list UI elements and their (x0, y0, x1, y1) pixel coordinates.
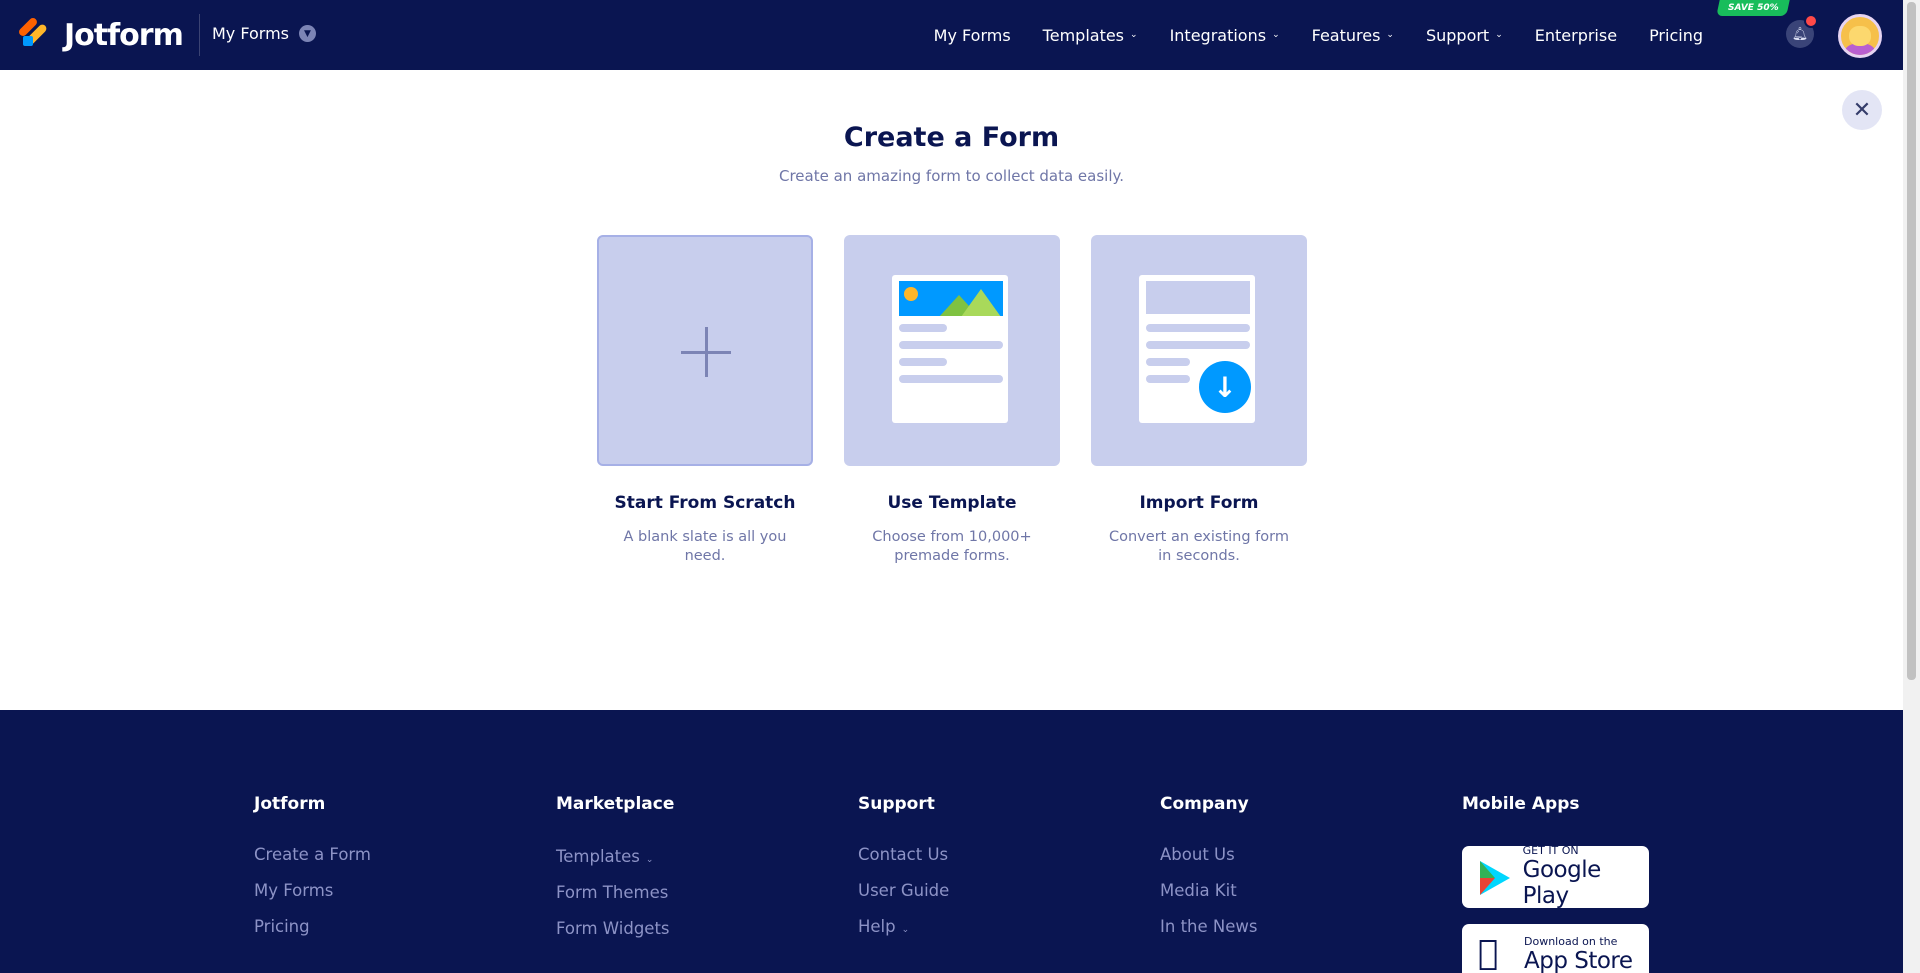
save-badge-label: SAVE 50% (1727, 3, 1779, 13)
footer-link-user-guide[interactable]: User Guide (858, 881, 949, 900)
app-store-button[interactable]:  Download on the App Store (1462, 924, 1649, 973)
footer-column-title: Mobile Apps (1462, 794, 1580, 814)
page-title: Create a Form (843, 122, 1060, 153)
card-tile: ↓ (1091, 235, 1307, 466)
footer-link-in-the-news[interactable]: In the News (1160, 917, 1257, 936)
notification-dot (1804, 14, 1818, 28)
footer-column-title: Jotform (254, 794, 326, 814)
nav-pricing[interactable]: Pricing (1649, 26, 1703, 45)
start-from-scratch-card[interactable]: Start From Scratch A blank slate is all … (597, 235, 813, 566)
app-store-small-text: Download on the (1524, 935, 1618, 948)
chevron-down-icon: ⌄ (1130, 30, 1138, 40)
top-navigation-bar: Jotform My Forms ▼ My Forms Templates ⌄ … (0, 0, 1903, 70)
nav-my-forms-label: My Forms (933, 25, 1011, 45)
footer-link-pricing[interactable]: Pricing (254, 917, 371, 936)
download-arrow-icon: ↓ (1199, 361, 1251, 413)
create-options: Start From Scratch A blank slate is all … (597, 235, 1307, 566)
save-badge[interactable]: SAVE 50% (1716, 0, 1790, 16)
apple-icon:  (1474, 933, 1514, 973)
chevron-down-icon: ⌄ (1386, 30, 1394, 40)
brand-divider (199, 14, 200, 56)
close-icon: ✕ (1852, 97, 1872, 123)
footer-link-my-forms[interactable]: My Forms (254, 881, 371, 900)
nav-templates-label: Templates (1042, 25, 1125, 45)
footer-column-marketplace: Marketplace Templates ⌄ Form Themes Form … (556, 794, 674, 938)
footer-column-jotform: Jotform Create a Form My Forms Pricing (254, 794, 371, 936)
card-description: Choose from 10,000+ premade forms. (872, 529, 1032, 564)
plus-icon (681, 327, 731, 377)
google-play-big-text: Google Play (1522, 857, 1602, 909)
user-avatar[interactable] (1838, 14, 1882, 58)
card-tile (844, 235, 1060, 466)
my-forms-dropdown[interactable]: My Forms ▼ (212, 24, 316, 43)
chevron-down-icon: ⌄ (645, 855, 654, 865)
nav-features[interactable]: Features ⌄ (1312, 26, 1394, 45)
card-label: Use Template (887, 493, 1017, 513)
card-description: A blank slate is all you need. (623, 529, 787, 564)
import-document-icon: ↓ (1139, 275, 1255, 423)
footer-column-title: Company (1160, 794, 1249, 814)
page-subtitle: Create an amazing form to collect data e… (779, 167, 1124, 185)
footer-link-about-us[interactable]: About Us (1160, 845, 1257, 864)
brand-name: Jotform (64, 17, 184, 53)
scrollbar-thumb[interactable] (1907, 2, 1916, 680)
nav-pricing-label: Pricing (1649, 25, 1703, 45)
footer-column-mobile-apps: Mobile Apps (1462, 794, 1579, 814)
use-template-card[interactable]: Use Template Choose from 10,000+ premade… (844, 235, 1060, 566)
google-play-small-text: GET IT ON (1522, 844, 1579, 857)
google-play-icon (1474, 857, 1513, 897)
chevron-down-icon: ⌄ (1495, 30, 1503, 40)
bell-icon: 🔔︎ (1791, 26, 1809, 42)
nav-support[interactable]: Support ⌄ (1426, 26, 1503, 45)
footer: Jotform Create a Form My Forms Pricing M… (0, 710, 1903, 973)
chevron-down-icon: ⌄ (901, 925, 910, 935)
nav-support-label: Support (1425, 25, 1490, 45)
footer-link-help[interactable]: Help ⌄ (858, 917, 949, 936)
card-description: Convert an existing form in seconds. (1109, 529, 1289, 564)
avatar-face (1849, 26, 1871, 46)
nav-integrations[interactable]: Integrations ⌄ (1170, 26, 1280, 45)
notifications-button[interactable]: 🔔︎ (1786, 14, 1818, 48)
chevron-down-icon: ⌄ (1272, 30, 1280, 40)
nav-enterprise[interactable]: Enterprise (1535, 26, 1617, 45)
card-tile (597, 235, 813, 466)
footer-column-title: Marketplace (556, 794, 675, 814)
nav-integrations-label: Integrations (1169, 25, 1267, 45)
vertical-scrollbar[interactable] (1903, 0, 1920, 973)
card-label: Start From Scratch (614, 493, 796, 513)
footer-link-form-themes[interactable]: Form Themes (556, 883, 674, 902)
footer-column-company: Company About Us Media Kit In the News (1160, 794, 1257, 936)
footer-link-media-kit[interactable]: Media Kit (1160, 881, 1257, 900)
template-document-icon (892, 275, 1008, 423)
nav-templates[interactable]: Templates ⌄ (1043, 26, 1138, 45)
nav-enterprise-label: Enterprise (1534, 25, 1618, 45)
card-label: Import Form (1139, 493, 1259, 513)
my-forms-dropdown-label: My Forms (212, 24, 289, 43)
footer-link-form-widgets[interactable]: Form Widgets (556, 919, 674, 938)
footer-link-help-label: Help (858, 917, 896, 936)
jotform-logo-icon (17, 16, 50, 52)
footer-link-create-form[interactable]: Create a Form (254, 845, 371, 864)
footer-link-contact-us[interactable]: Contact Us (858, 845, 949, 864)
google-play-button[interactable]: GET IT ON Google Play (1462, 844, 1649, 909)
footer-link-templates-label: Templates (556, 847, 640, 866)
nav-features-label: Features (1311, 25, 1381, 45)
image-placeholder-icon (899, 281, 1003, 316)
jotform-logo-link[interactable]: Jotform (17, 16, 184, 53)
import-form-card[interactable]: ↓ Import Form Convert an existing form i… (1091, 235, 1307, 566)
footer-link-templates[interactable]: Templates ⌄ (556, 847, 674, 866)
footer-column-support: Support Contact Us User Guide Help ⌄ (858, 794, 949, 936)
footer-column-title: Support (858, 794, 935, 814)
chevron-down-icon: ▼ (299, 25, 316, 42)
nav-my-forms[interactable]: My Forms (934, 26, 1011, 45)
app-store-big-text: App Store (1524, 948, 1633, 973)
main-nav: My Forms Templates ⌄ Integrations ⌄ Feat… (902, 0, 1703, 70)
